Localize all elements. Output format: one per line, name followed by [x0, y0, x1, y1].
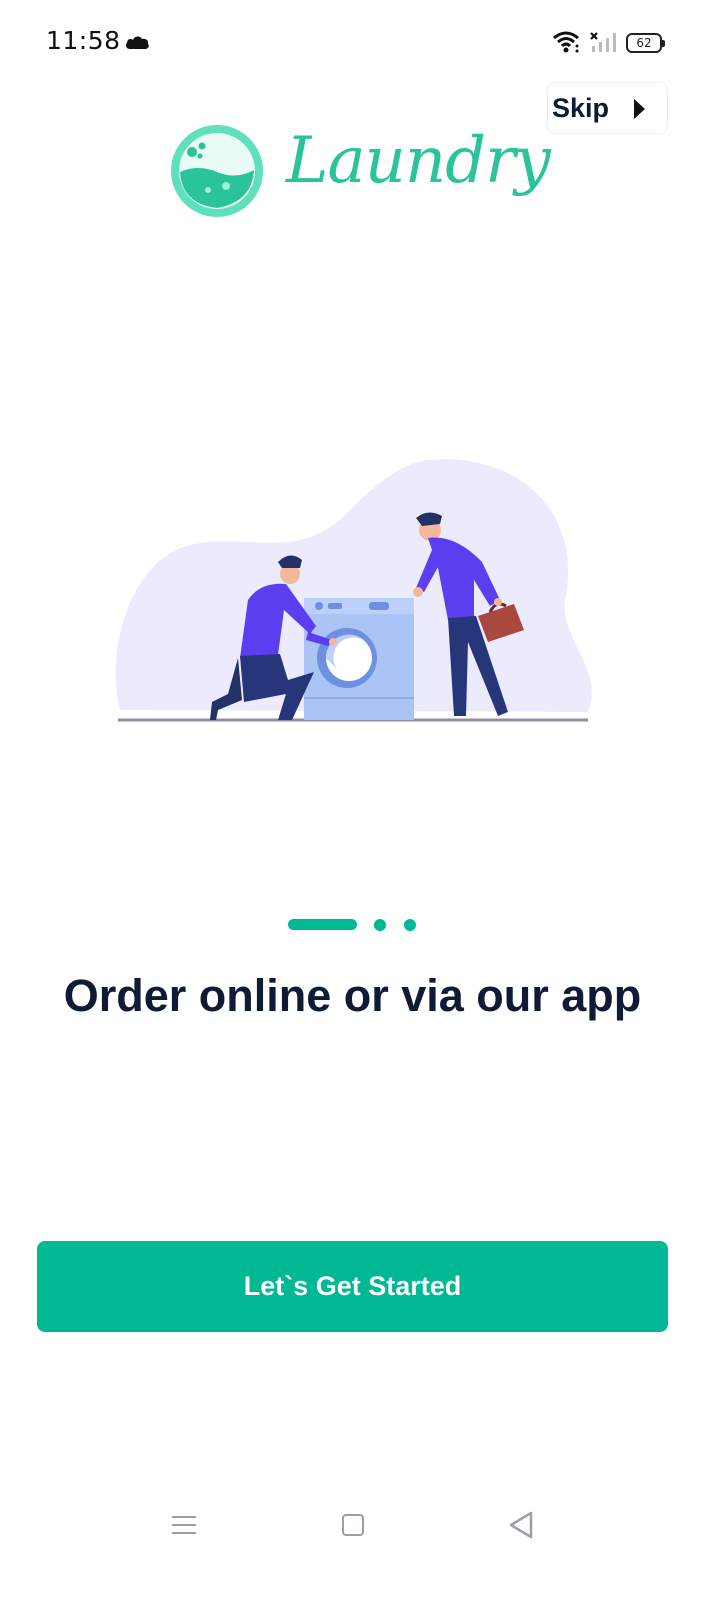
home-icon[interactable] — [342, 1514, 364, 1536]
page-dot-active — [288, 919, 357, 930]
get-started-label: Let`s Get Started — [243, 1271, 462, 1301]
back-icon[interactable] — [507, 1510, 535, 1540]
wifi-icon — [553, 31, 579, 53]
menu-icon[interactable] — [172, 1514, 196, 1536]
app-logo: Laundry — [168, 122, 551, 222]
status-bar: 11:58 62 — [0, 0, 720, 86]
skip-button[interactable]: Skip — [547, 82, 668, 134]
play-icon — [634, 99, 645, 119]
skip-label: Skip — [552, 92, 610, 123]
battery-icon: 62 — [626, 33, 665, 53]
laundry-service-illustration — [115, 459, 592, 722]
page-dot — [404, 919, 416, 931]
page-dot — [374, 919, 386, 931]
signal-icon — [590, 32, 616, 52]
get-started-button[interactable]: Let`s Get Started — [37, 1241, 668, 1332]
washing-drum-icon — [171, 125, 263, 217]
system-navigation-bar — [0, 1490, 720, 1560]
page-indicator — [288, 918, 428, 932]
logo-text: Laundry — [286, 124, 551, 198]
battery-level: 62 — [636, 36, 652, 50]
cloud-icon — [126, 36, 149, 49]
onboarding-headline: Order online or via our app — [63, 970, 642, 1021]
status-time: 11:58 — [46, 26, 121, 55]
